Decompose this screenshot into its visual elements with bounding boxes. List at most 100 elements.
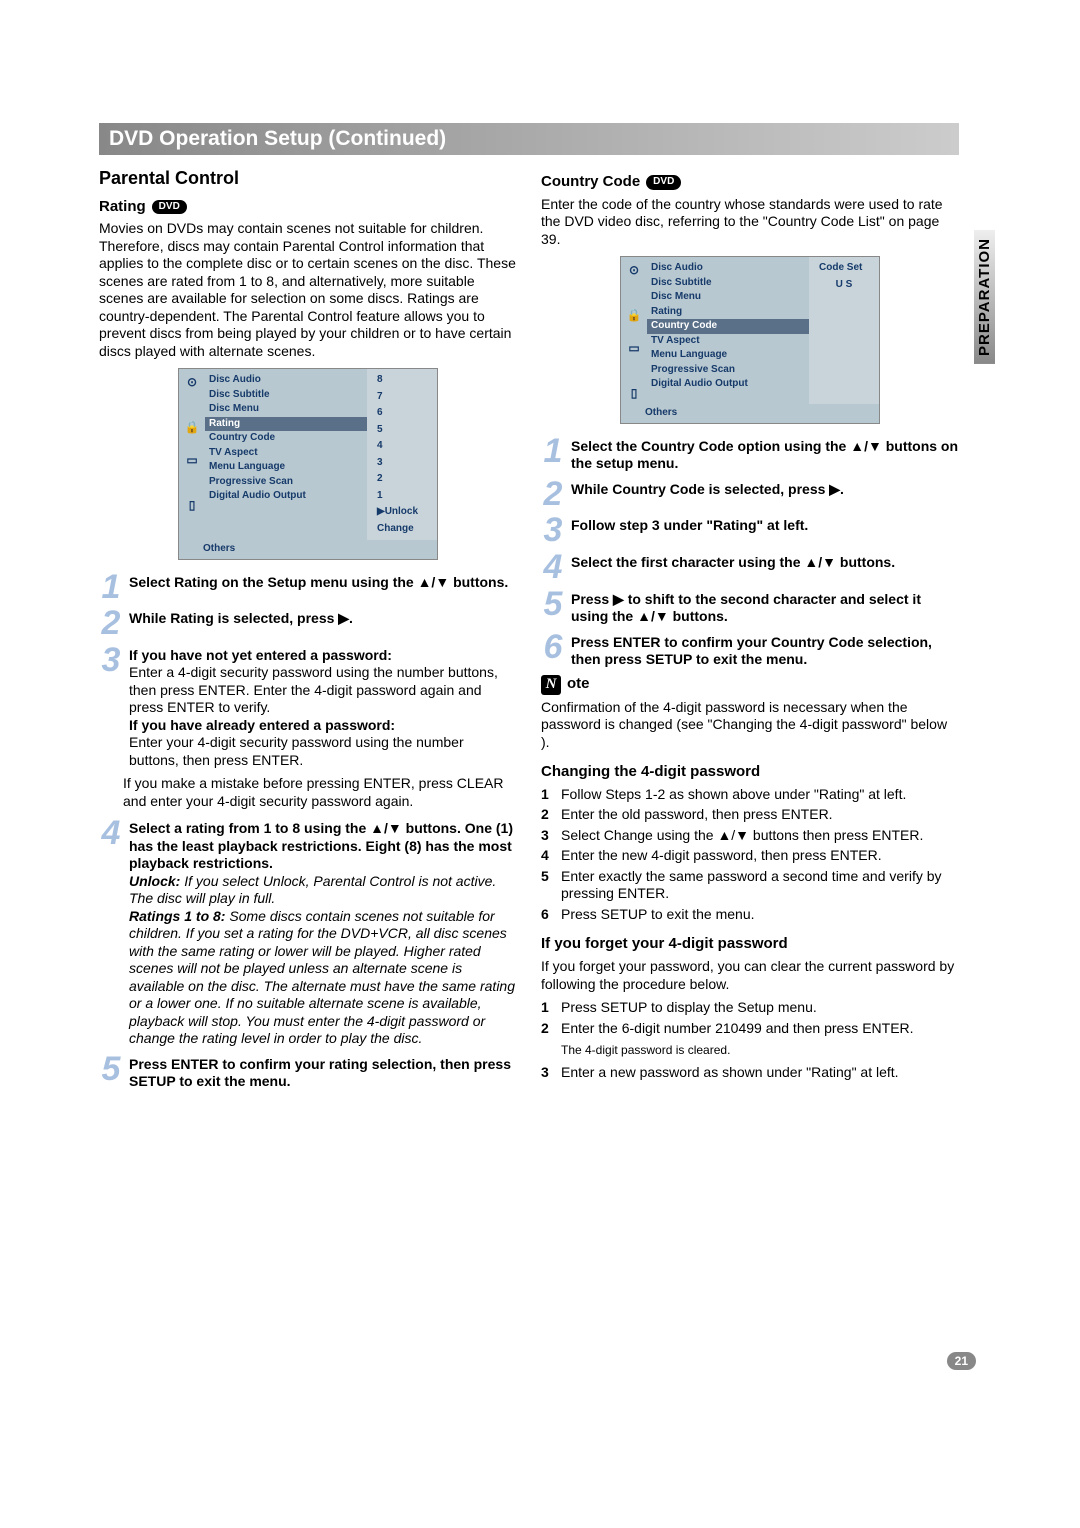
country-code-heading: Country Code DVD xyxy=(541,173,959,192)
step-text: While Country Code is selected, press ▶. xyxy=(571,481,844,497)
rating-value: 3 xyxy=(373,456,431,471)
mistake-note: If you make a mistake before pressing EN… xyxy=(123,775,517,810)
right-column: Country Code DVD Enter the code of the c… xyxy=(541,167,959,1097)
change-step: Select Change using the ▲/▼ buttons then… xyxy=(561,827,959,845)
step-text: Select the first character using the ▲/▼… xyxy=(571,554,895,570)
step-number-icon: 5 xyxy=(541,589,565,626)
forget-step: Press SETUP to display the Setup menu. xyxy=(561,999,959,1017)
rating-value: 8 xyxy=(373,373,431,388)
step-5: 5 Press ENTER to confirm your rating sel… xyxy=(99,1054,517,1091)
unlock-label: Unlock: xyxy=(129,873,180,889)
menu-item: Disc Subtitle xyxy=(205,388,367,403)
step-text: Follow step 3 under "Rating" at left. xyxy=(571,517,808,533)
ratings-text: Some discs contain scenes not suitable f… xyxy=(129,908,515,1047)
step-4: 4 Select a rating from 1 to 8 using the … xyxy=(99,818,517,1048)
code-set-value: U S xyxy=(815,278,873,293)
menu-item: Disc Subtitle xyxy=(647,276,809,291)
cc-step-1: 1 Select the Country Code option using t… xyxy=(541,436,959,473)
cc-step-3: 3 Follow step 3 under "Rating" at left. xyxy=(541,515,959,546)
menu-item: Rating xyxy=(647,305,809,320)
note-n-icon: N xyxy=(541,675,561,695)
tv-icon: ▭ xyxy=(628,341,639,356)
rating-value: 4 xyxy=(373,439,431,454)
left-column: Parental Control Rating DVD Movies on DV… xyxy=(99,167,517,1097)
changing-password-heading: Changing the 4-digit password xyxy=(541,763,959,782)
step-1: 1 Select Rating on the Setup menu using … xyxy=(99,572,517,603)
changing-password-steps: 1Follow Steps 1-2 as shown above under "… xyxy=(541,786,959,924)
forget-step-sub: The 4-digit password is cleared. xyxy=(561,1043,959,1058)
audio-icon: ▯ xyxy=(631,386,638,401)
page-number: 21 xyxy=(947,1352,976,1370)
menu-item-selected: Rating xyxy=(205,417,367,432)
dvd-badge-icon: DVD xyxy=(152,200,187,215)
step-number-icon: 5 xyxy=(99,1054,123,1091)
section-tab: PREPARATION xyxy=(974,230,995,364)
step-text: Enter a 4-digit security password using … xyxy=(129,664,498,715)
country-code-intro: Enter the code of the country whose stan… xyxy=(541,196,959,249)
step-text: Press ENTER to confirm your rating selec… xyxy=(129,1056,511,1090)
step-number-icon: 2 xyxy=(99,608,123,639)
menu-item: Progressive Scan xyxy=(205,475,367,490)
page-title-banner: DVD Operation Setup (Continued) xyxy=(99,123,959,155)
step-text: Select the Country Code option using the… xyxy=(571,438,958,472)
step-number-icon: 3 xyxy=(99,645,123,770)
rating-value: Change xyxy=(373,522,431,537)
disc-icon: ⊙ xyxy=(187,375,197,390)
menu-item: Disc Audio xyxy=(205,373,367,388)
step-number-icon: 3 xyxy=(541,515,565,546)
step-3: 3 If you have not yet entered a password… xyxy=(99,645,517,770)
parental-control-heading: Parental Control xyxy=(99,167,517,190)
menu-others: Others xyxy=(621,404,879,423)
change-step: Press SETUP to exit the menu. xyxy=(561,906,959,924)
step-text: Enter your 4-digit security password usi… xyxy=(129,734,464,768)
cc-step-6: 6 Press ENTER to confirm your Country Co… xyxy=(541,632,959,669)
rating-value: 2 xyxy=(373,472,431,487)
step-number-icon: 2 xyxy=(541,479,565,510)
note-label: ote xyxy=(567,675,590,694)
rating-value: 5 xyxy=(373,423,431,438)
menu-item: TV Aspect xyxy=(647,334,809,349)
menu-item: Digital Audio Output xyxy=(647,377,809,392)
change-step: Enter the new 4-digit password, then pre… xyxy=(561,847,959,865)
menu-item: Disc Menu xyxy=(647,290,809,305)
step-text: Press ENTER to confirm your Country Code… xyxy=(571,634,932,668)
step-text: Press ▶ to shift to the second character… xyxy=(571,591,921,625)
setup-menu-rating: ⊙ 🔒 ▭ ▯ Disc Audio Disc Subtitle Disc Me… xyxy=(178,368,438,560)
menu-item: Disc Menu xyxy=(205,402,367,417)
menu-item: Digital Audio Output xyxy=(205,489,367,504)
step-text: While Rating is selected, press ▶. xyxy=(129,610,353,626)
lock-icon: 🔒 xyxy=(627,308,642,323)
step-2: 2 While Rating is selected, press ▶. xyxy=(99,608,517,639)
change-step: Enter the old password, then press ENTER… xyxy=(561,806,959,824)
step-number-icon: 6 xyxy=(541,632,565,669)
setup-menu-country-code: ⊙ 🔒 ▭ ▯ Disc Audio Disc Subtitle Disc Me… xyxy=(620,256,880,424)
audio-icon: ▯ xyxy=(189,498,196,513)
code-set-header: Code Set xyxy=(815,261,873,276)
menu-item: Menu Language xyxy=(647,348,809,363)
note-heading: Note xyxy=(541,675,959,695)
menu-item: Disc Audio xyxy=(647,261,809,276)
change-step: Enter exactly the same password a second… xyxy=(561,868,959,903)
step-text: Select Rating on the Setup menu using th… xyxy=(129,574,508,590)
country-code-label: Country Code xyxy=(541,173,640,192)
menu-item: Progressive Scan xyxy=(647,363,809,378)
menu-item: Country Code xyxy=(205,431,367,446)
rating-value: 1 xyxy=(373,489,431,504)
unlock-text: If you select Unlock, Parental Control i… xyxy=(129,873,496,907)
disc-icon: ⊙ xyxy=(629,263,639,278)
rating-heading: Rating DVD xyxy=(99,198,517,217)
rating-value: 7 xyxy=(373,390,431,405)
menu-item: Menu Language xyxy=(205,460,367,475)
dvd-badge-icon: DVD xyxy=(646,175,681,190)
menu-others: Others xyxy=(179,540,437,559)
rating-label: Rating xyxy=(99,198,146,217)
step-number-icon: 1 xyxy=(541,436,565,473)
note-text: Confirmation of the 4-digit password is … xyxy=(541,699,959,752)
rating-intro-text: Movies on DVDs may contain scenes not su… xyxy=(99,220,517,360)
step-text: If you have already entered a password: xyxy=(129,717,395,733)
forget-step: Enter the 6-digit number 210499 and then… xyxy=(561,1020,959,1038)
step-number-icon: 4 xyxy=(99,818,123,1048)
cc-step-2: 2 While Country Code is selected, press … xyxy=(541,479,959,510)
forget-intro: If you forget your password, you can cle… xyxy=(541,958,959,993)
ratings-label: Ratings 1 to 8: xyxy=(129,908,225,924)
